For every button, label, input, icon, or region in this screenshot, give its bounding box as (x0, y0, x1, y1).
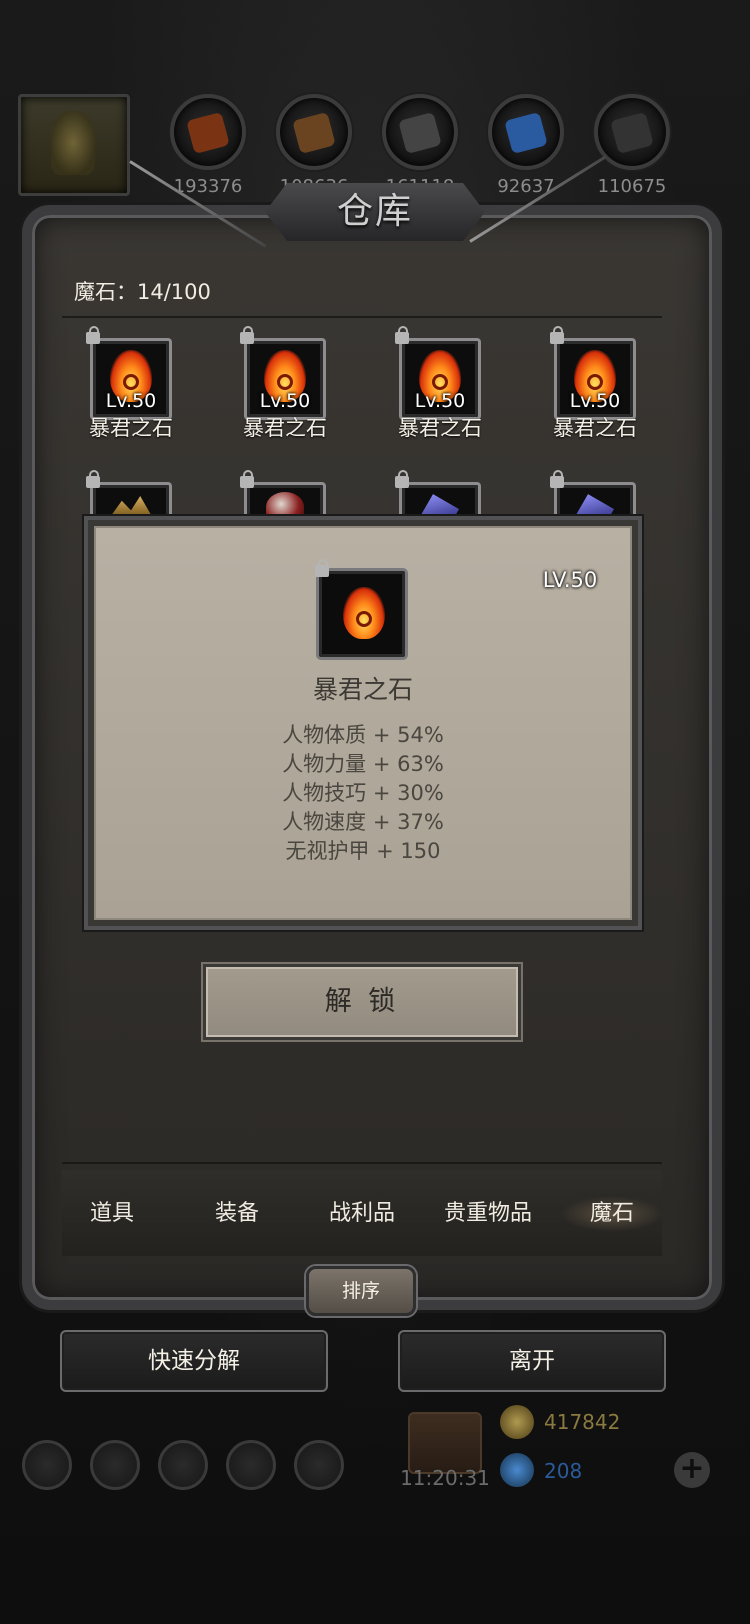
leave-button[interactable]: 离开 (398, 1330, 666, 1392)
fire-stone-icon (343, 587, 385, 639)
item-name: 暴君之石 (398, 416, 482, 440)
resource-orb-4[interactable] (488, 94, 564, 170)
lock-icon (86, 326, 100, 344)
crystal-icon (504, 111, 548, 155)
item-name: 暴君之石 (89, 416, 173, 440)
iron-icon (398, 111, 442, 155)
add-currency-button[interactable]: + (674, 1452, 710, 1488)
detail-level: LV.50 (542, 568, 598, 592)
gem-amount: 208 (544, 1459, 583, 1483)
item-level: Lv.50 (105, 390, 157, 412)
unlock-button[interactable]: 解 锁 (203, 964, 521, 1040)
sort-button[interactable]: 排序 (306, 1266, 416, 1316)
resource-orb-1[interactable] (170, 94, 246, 170)
quick-disassemble-button[interactable]: 快速分解 (60, 1330, 328, 1392)
capacity-label: 魔石：14/100 (74, 280, 211, 304)
resource-orb-3[interactable] (382, 94, 458, 170)
settings-icon[interactable] (22, 1440, 72, 1490)
item-level: Lv.50 (569, 390, 621, 412)
skill-icon[interactable] (90, 1440, 140, 1490)
item-slot[interactable]: Lv.50 (550, 326, 636, 420)
gem-icon (500, 1453, 534, 1487)
timer: 11:20:31 (400, 1466, 490, 1490)
panel-title: 仓库 (336, 191, 413, 232)
character-avatar[interactable] (18, 94, 130, 196)
stone-icon (610, 111, 654, 155)
gift-box-icon[interactable] (408, 1412, 482, 1474)
wood-icon (292, 111, 336, 155)
divider (62, 316, 662, 318)
lock-icon (315, 559, 329, 577)
gold-coin-icon (500, 1405, 534, 1439)
detail-item-slot (315, 559, 408, 660)
item-level: Lv.50 (414, 390, 466, 412)
character-portrait-icon (51, 111, 95, 175)
item-name: 暴君之石 (243, 416, 327, 440)
resource-count-5: 110675 (597, 176, 667, 197)
map-icon[interactable] (158, 1440, 208, 1490)
item-name: 暴君之石 (553, 416, 637, 440)
item-slot[interactable]: Lv.50 (395, 326, 481, 420)
meat-icon (186, 111, 230, 155)
stat-line: 人物体质 + 54% (282, 723, 444, 747)
stat-line: 人物速度 + 37% (282, 810, 444, 834)
divider (62, 1162, 662, 1164)
stat-line: 人物力量 + 63% (282, 752, 444, 776)
lock-icon (395, 470, 409, 488)
tab-equipment[interactable]: 装备 (187, 1196, 287, 1232)
lock-icon (395, 326, 409, 344)
stat-line: 无视护甲 + 150 (285, 839, 441, 863)
lock-icon (550, 470, 564, 488)
detail-item-name: 暴君之石 (312, 675, 413, 704)
item-slot[interactable]: Lv.50 (86, 326, 172, 420)
lock-icon (240, 326, 254, 344)
item-level: Lv.50 (259, 390, 311, 412)
item-slot[interactable]: Lv.50 (240, 326, 326, 420)
lock-icon (86, 470, 100, 488)
gold-amount: 417842 (544, 1410, 621, 1434)
resource-orb-2[interactable] (276, 94, 352, 170)
lock-icon (550, 326, 564, 344)
tab-magic-stones[interactable]: 魔石 (560, 1196, 664, 1232)
lock-icon (240, 470, 254, 488)
stat-line: 人物技巧 + 30% (282, 781, 444, 805)
mail-icon[interactable] (226, 1440, 276, 1490)
chat-icon[interactable] (294, 1440, 344, 1490)
tab-valuables[interactable]: 贵重物品 (428, 1196, 548, 1232)
tab-items[interactable]: 道具 (62, 1196, 162, 1232)
resource-count-1: 193376 (173, 176, 243, 197)
tab-loot[interactable]: 战利品 (312, 1196, 412, 1232)
